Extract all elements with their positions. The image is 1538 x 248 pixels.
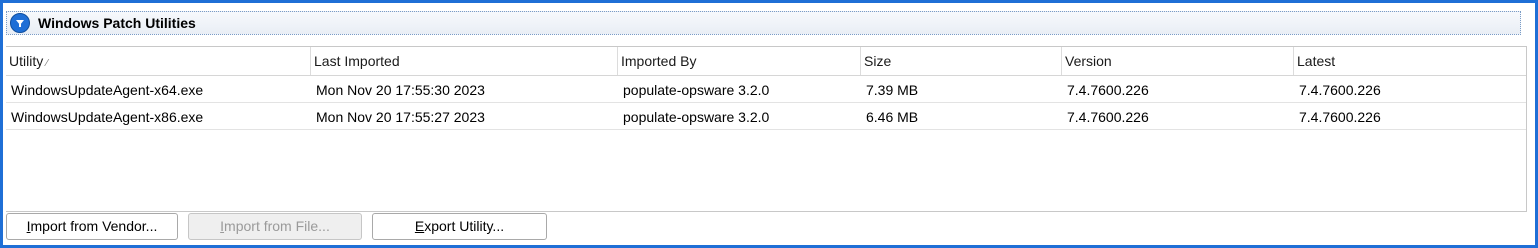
column-header-label: Size: [864, 53, 892, 69]
sort-ascending-icon: ⁄: [46, 58, 48, 69]
chevron-down-icon[interactable]: [10, 13, 30, 33]
cell-version: 7.4.7600.226: [1067, 82, 1149, 98]
column-header-label: Imported By: [621, 53, 697, 69]
windows-patch-utilities-panel: Windows Patch Utilities Utility ⁄ Last Im…: [0, 0, 1538, 248]
column-header-label: Utility: [9, 53, 44, 69]
utilities-table: Utility ⁄ Last Imported Imported By Size …: [6, 46, 1527, 212]
import-from-file-button[interactable]: Import from File...: [188, 213, 362, 240]
cell-size: 6.46 MB: [866, 109, 919, 125]
column-header-label: Version: [1065, 53, 1112, 69]
column-header-label: Last Imported: [314, 53, 400, 69]
cell-imported-by: populate-opsware 3.2.0: [623, 82, 770, 98]
cell-imported-by: populate-opsware 3.2.0: [623, 109, 770, 125]
mnemonic: E: [414, 218, 425, 234]
table-row[interactable]: WindowsUpdateAgent-x86.exe Mon Nov 20 17…: [6, 103, 1526, 130]
cell-latest: 7.4.7600.226: [1299, 82, 1381, 98]
button-label: xport Utility...: [424, 218, 505, 234]
cell-last-imported: Mon Nov 20 17:55:27 2023: [316, 109, 485, 125]
table-header: Utility ⁄ Last Imported Imported By Size …: [6, 47, 1526, 76]
table-row[interactable]: WindowsUpdateAgent-x64.exe Mon Nov 20 17…: [6, 76, 1526, 103]
cell-latest: 7.4.7600.226: [1299, 109, 1381, 125]
column-header-version[interactable]: Version: [1062, 47, 1294, 75]
column-header-size[interactable]: Size: [861, 47, 1062, 75]
cell-utility: WindowsUpdateAgent-x86.exe: [11, 109, 204, 125]
cell-size: 7.39 MB: [866, 82, 919, 98]
section-title: Windows Patch Utilities: [38, 15, 196, 31]
section-header[interactable]: Windows Patch Utilities: [6, 11, 1521, 35]
column-header-latest[interactable]: Latest: [1294, 47, 1526, 75]
button-label: mport from File...: [224, 218, 330, 234]
cell-version: 7.4.7600.226: [1067, 109, 1149, 125]
import-from-vendor-button[interactable]: Import from Vendor...: [6, 213, 178, 240]
export-utility-button[interactable]: Export Utility...: [372, 213, 547, 240]
column-header-last-imported[interactable]: Last Imported: [311, 47, 618, 75]
column-header-imported-by[interactable]: Imported By: [618, 47, 861, 75]
column-header-utility[interactable]: Utility ⁄: [6, 47, 311, 75]
cell-last-imported: Mon Nov 20 17:55:30 2023: [316, 82, 485, 98]
column-header-label: Latest: [1297, 53, 1336, 69]
cell-utility: WindowsUpdateAgent-x64.exe: [11, 82, 204, 98]
button-label: mport from Vendor...: [30, 218, 158, 234]
